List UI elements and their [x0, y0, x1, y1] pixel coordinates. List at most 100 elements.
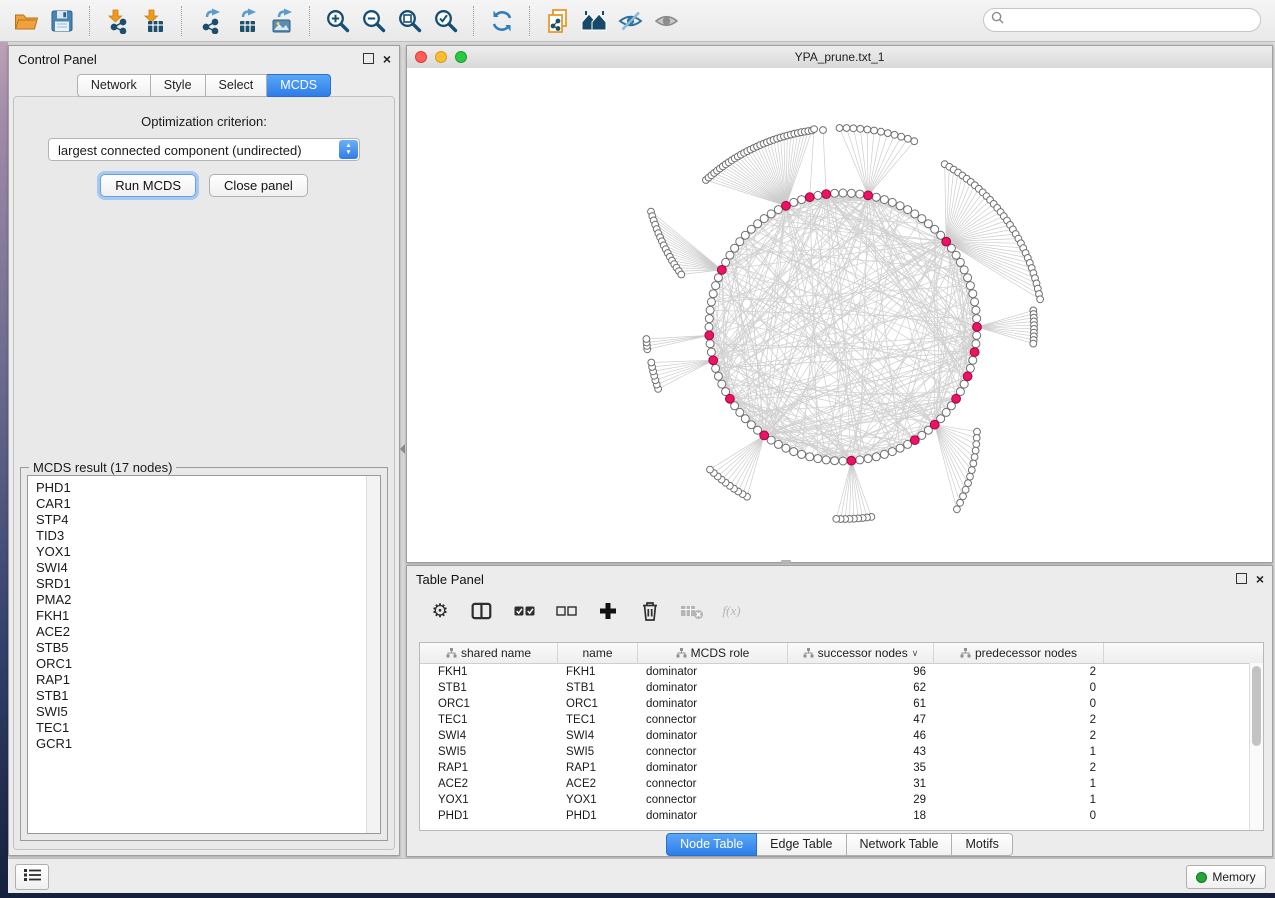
close-panel-button[interactable]: Close panel	[209, 174, 308, 197]
zoom-out-icon[interactable]	[356, 4, 392, 38]
cell-shared-name: SWI5	[420, 744, 558, 760]
home-icon[interactable]	[576, 4, 612, 38]
network-title: YPA_prune.txt_1	[407, 50, 1272, 64]
export-table-icon[interactable]	[228, 4, 264, 38]
apply-layout-icon[interactable]	[484, 4, 520, 38]
import-network-database-icon[interactable]	[540, 4, 576, 38]
tab-network[interactable]: Network	[77, 74, 151, 97]
mcds-result-item[interactable]: TID3	[36, 528, 380, 544]
mcds-result-list[interactable]: PHD1CAR1STP4TID3YOX1SWI4SRD1PMA2FKH1ACE2…	[27, 475, 381, 834]
tab-network-table[interactable]: Network Table	[847, 833, 953, 856]
delete-columns-icon[interactable]	[637, 598, 663, 624]
mcds-result-item[interactable]: PHD1	[36, 480, 380, 496]
cell-successor-nodes: 62	[788, 680, 934, 696]
new-column-icon[interactable]	[595, 598, 621, 624]
close-panel-icon[interactable]: ×	[383, 54, 391, 64]
scrollbar-thumb[interactable]	[1252, 666, 1261, 746]
table-row[interactable]: RAP1RAP1dominator352	[420, 760, 1263, 776]
mcds-result-item[interactable]: ORC1	[36, 656, 380, 672]
zoom-in-icon[interactable]	[320, 4, 356, 38]
mcds-result-item[interactable]: TEC1	[36, 720, 380, 736]
table-row[interactable]: PHD1PHD1dominator180	[420, 808, 1263, 824]
table-row[interactable]: STB1STB1dominator620	[420, 680, 1263, 696]
save-session-icon[interactable]	[44, 4, 80, 38]
table-panel: Table Panel × ⚙ f(x) shared namenameMCDS …	[406, 565, 1273, 857]
mcds-result-item[interactable]: STB5	[36, 640, 380, 656]
deselect-all-icon[interactable]	[553, 598, 579, 624]
cell-successor-nodes: 43	[788, 744, 934, 760]
table-panel-titlebar: Table Panel ×	[407, 566, 1272, 592]
mcds-result-item[interactable]: SWI5	[36, 704, 380, 720]
fit-content-icon[interactable]	[392, 4, 428, 38]
horizontal-splitter-handle[interactable]	[400, 444, 405, 454]
search-input[interactable]	[1008, 12, 1260, 28]
table-scrollbar[interactable]	[1249, 663, 1263, 830]
memory-button[interactable]: Memory	[1186, 865, 1266, 889]
mcds-tab-panel: Optimization criterion: largest connecte…	[13, 96, 395, 850]
zoom-selected-icon[interactable]	[428, 4, 464, 38]
mcds-result-item[interactable]: ACE2	[36, 624, 380, 640]
svg-text:f(x): f(x)	[723, 603, 741, 618]
show-details-icon[interactable]	[648, 4, 684, 38]
tab-node-table[interactable]: Node Table	[666, 833, 757, 856]
mcds-result-item[interactable]: YOX1	[36, 544, 380, 560]
result-scrollbar[interactable]	[366, 476, 380, 833]
mcds-result-item[interactable]: SRD1	[36, 576, 380, 592]
mcds-result-item[interactable]: STB1	[36, 688, 380, 704]
column-header-predecessor-nodes[interactable]: predecessor nodes	[934, 643, 1104, 663]
tab-select[interactable]: Select	[206, 74, 268, 97]
import-network-file-icon[interactable]	[100, 4, 136, 38]
control-panel-titlebar: Control Panel ×	[9, 46, 399, 72]
column-header-successor-nodes[interactable]: successor nodes∨	[788, 643, 934, 663]
cell-successor-nodes: 18	[788, 808, 934, 824]
vertical-splitter-handle[interactable]	[781, 560, 791, 563]
table-row[interactable]: YOX1YOX1connector291	[420, 792, 1263, 808]
column-header-MCDS-role[interactable]: MCDS role	[638, 643, 788, 663]
select-all-icon[interactable]	[511, 598, 537, 624]
table-mode-icon[interactable]: ⚙	[427, 598, 453, 624]
import-table-file-icon[interactable]	[136, 4, 172, 38]
cell-name: PHD1	[558, 808, 638, 824]
tab-mcds[interactable]: MCDS	[267, 74, 331, 97]
close-table-panel-icon[interactable]: ×	[1256, 574, 1264, 584]
cell-shared-name: FKH1	[420, 664, 558, 680]
table-row[interactable]: ORC1ORC1dominator610	[420, 696, 1263, 712]
run-mcds-button[interactable]: Run MCDS	[100, 174, 196, 197]
cell-MCDS-role: dominator	[638, 728, 788, 744]
mcds-result-item[interactable]: SWI4	[36, 560, 380, 576]
cell-MCDS-role: dominator	[638, 696, 788, 712]
tab-style[interactable]: Style	[151, 74, 206, 97]
float-window-icon[interactable]	[363, 53, 374, 64]
mcds-result-item[interactable]: RAP1	[36, 672, 380, 688]
table-header-row: shared namenameMCDS rolesuccessor nodes∨…	[420, 643, 1263, 664]
table-row[interactable]: TEC1TEC1connector472	[420, 712, 1263, 728]
table-row[interactable]: ACE2ACE2connector311	[420, 776, 1263, 792]
export-image-icon[interactable]	[264, 4, 300, 38]
mcds-result-item[interactable]: CAR1	[36, 496, 380, 512]
column-header-name[interactable]: name	[558, 643, 638, 663]
open-session-icon[interactable]	[8, 4, 44, 38]
show-columns-icon[interactable]	[469, 598, 495, 624]
hide-details-icon[interactable]	[612, 4, 648, 38]
toolbar-separator	[309, 6, 311, 36]
column-header-shared-name[interactable]: shared name	[420, 643, 558, 663]
export-network-icon[interactable]	[192, 4, 228, 38]
table-row[interactable]: SWI5SWI5connector431	[420, 744, 1263, 760]
tab-motifs[interactable]: Motifs	[952, 833, 1012, 856]
cell-successor-nodes: 29	[788, 792, 934, 808]
criterion-dropdown[interactable]: largest connected component (undirected)…	[48, 138, 360, 161]
table-row[interactable]: FKH1FKH1dominator962	[420, 664, 1263, 680]
mcds-result-item[interactable]: PMA2	[36, 592, 380, 608]
mcds-result-title: MCDS result (17 nodes)	[29, 460, 176, 475]
cell-name: STB1	[558, 680, 638, 696]
search-box[interactable]	[983, 8, 1261, 32]
mcds-result-item[interactable]: STP4	[36, 512, 380, 528]
mcds-result-item[interactable]: FKH1	[36, 608, 380, 624]
mcds-result-item[interactable]: GCR1	[36, 736, 380, 752]
tab-edge-table[interactable]: Edge Table	[757, 833, 846, 856]
float-table-panel-icon[interactable]	[1236, 573, 1247, 584]
cell-name: TEC1	[558, 712, 638, 728]
table-row[interactable]: SWI4SWI4dominator462	[420, 728, 1263, 744]
network-canvas[interactable]	[407, 68, 1272, 562]
task-history-button[interactable]	[15, 864, 49, 890]
